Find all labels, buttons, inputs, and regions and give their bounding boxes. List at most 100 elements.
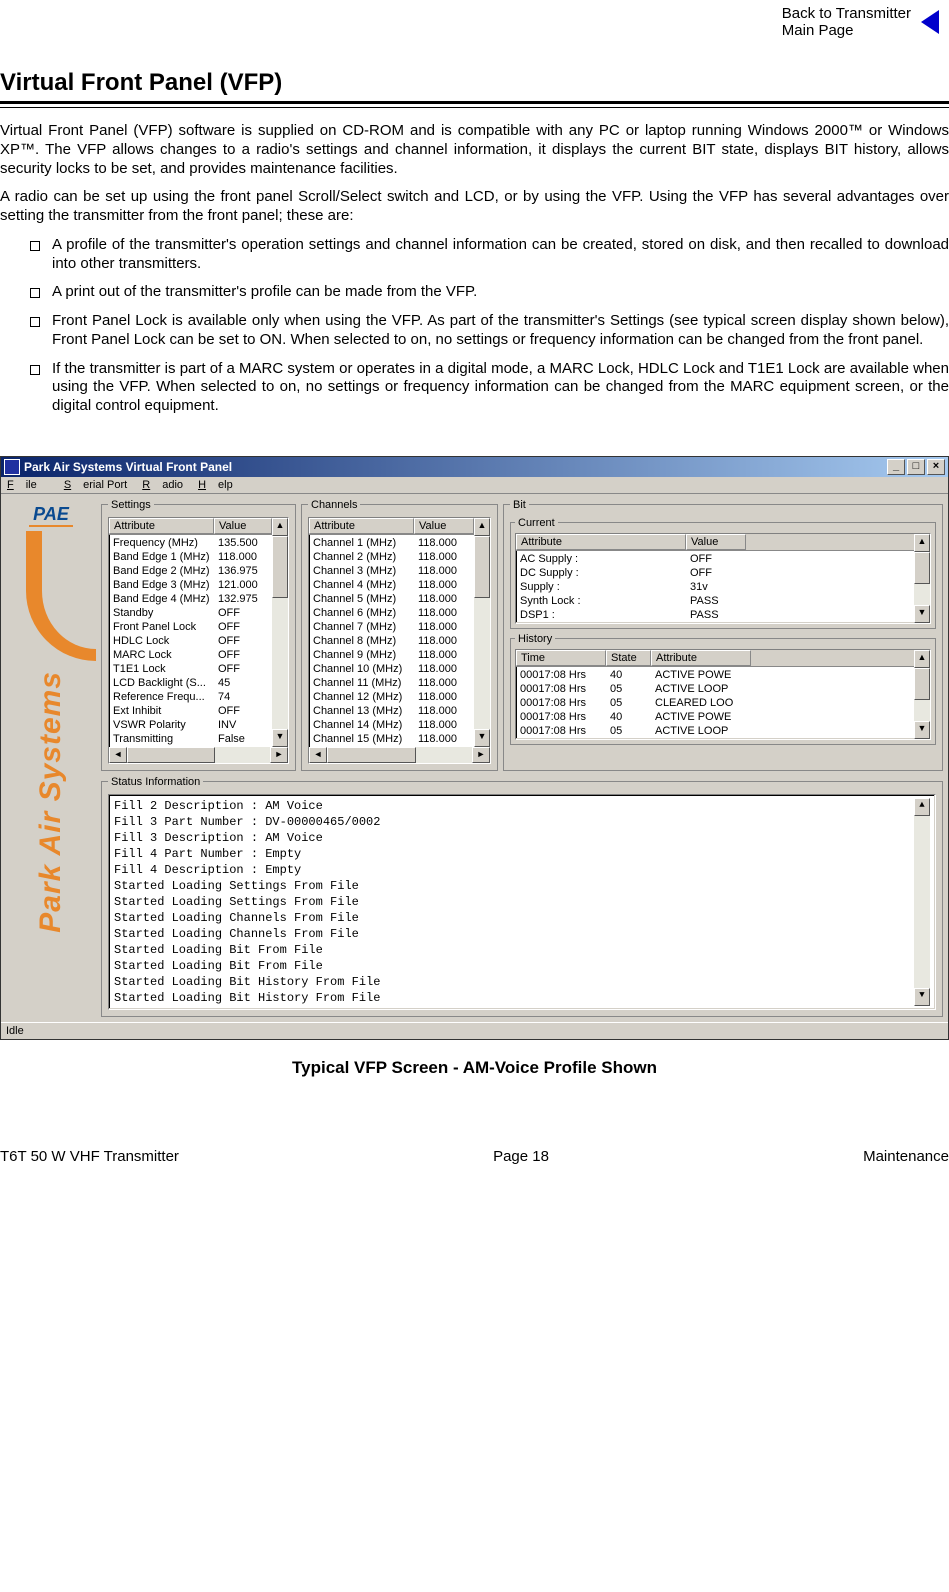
table-row[interactable]: 00017:08 Hrs05ACTIVE LOOP — [516, 682, 914, 696]
table-row[interactable]: Reference Frequ...74 — [109, 690, 272, 704]
table-row[interactable]: Supply :31v — [516, 580, 914, 594]
menu-radio[interactable]: Radio — [142, 479, 183, 491]
bit-current-list[interactable]: AC Supply :OFFDC Supply :OFFSupply :31vS… — [516, 551, 914, 623]
table-row[interactable]: Channel 5 (MHz)118.000 — [309, 592, 474, 606]
back-link[interactable]: Back to Transmitter Main Page — [782, 5, 911, 39]
scroll-up-icon[interactable]: ▲ — [474, 518, 490, 536]
maximize-button[interactable]: □ — [907, 459, 925, 475]
table-row[interactable]: Frequency (MHz)135.500 — [109, 536, 272, 550]
figure-caption: Typical VFP Screen - AM-Voice Profile Sh… — [0, 1058, 949, 1078]
table-row[interactable]: T1E1 LockOFF — [109, 662, 272, 676]
scroll-up-icon[interactable]: ▲ — [914, 650, 930, 668]
settings-hscrollbar[interactable]: ◄ ► — [109, 747, 288, 763]
table-row[interactable]: Channel 14 (MHz)118.000 — [309, 718, 474, 732]
bit-group: Bit Current Attribute Value — [503, 499, 943, 771]
table-row[interactable]: AC Supply :OFF — [516, 552, 914, 566]
table-row[interactable]: Channel 10 (MHz)118.000 — [309, 662, 474, 676]
menu-file[interactable]: File — [7, 479, 49, 491]
menu-help[interactable]: Help — [198, 479, 233, 491]
bit-history-list[interactable]: 00017:08 Hrs40ACTIVE POWE00017:08 Hrs05A… — [516, 667, 914, 739]
bithist-col-time[interactable]: Time — [516, 650, 606, 666]
bithist-col-attribute[interactable]: Attribute — [651, 650, 751, 666]
table-row[interactable]: 00017:08 Hrs40ACTIVE POWE — [516, 668, 914, 682]
table-row[interactable]: Channel 12 (MHz)118.000 — [309, 690, 474, 704]
scroll-down-icon[interactable]: ▼ — [474, 729, 490, 747]
scroll-down-icon[interactable]: ▼ — [914, 605, 930, 623]
table-row[interactable]: Band Edge 3 (MHz)121.000 — [109, 578, 272, 592]
scroll-thumb[interactable] — [127, 747, 215, 763]
channels-group: Channels Attribute Value Channel 1 (MHz)… — [301, 499, 498, 771]
table-row[interactable]: MARC LockOFF — [109, 648, 272, 662]
minimize-button[interactable]: _ — [887, 459, 905, 475]
table-row[interactable]: StandbyOFF — [109, 606, 272, 620]
table-row[interactable]: Channel 8 (MHz)118.000 — [309, 634, 474, 648]
menu-serial-port[interactable]: Serial Port — [64, 479, 127, 491]
scroll-thumb[interactable] — [327, 747, 416, 763]
table-row[interactable]: VSWR PolarityINV — [109, 718, 272, 732]
status-vscrollbar[interactable]: ▲ ▼ — [914, 798, 930, 1006]
scroll-thumb[interactable] — [474, 536, 490, 598]
settings-list[interactable]: Frequency (MHz)135.500Band Edge 1 (MHz)1… — [109, 535, 272, 747]
bit-current-group: Current Attribute Value AC Supply :OFFDC… — [510, 517, 936, 629]
scroll-thumb[interactable] — [272, 536, 288, 598]
settings-col-value[interactable]: Value — [214, 518, 272, 534]
table-row[interactable]: 00017:08 Hrs05ACTIVE LOOP — [516, 724, 914, 738]
settings-col-attribute[interactable]: Attribute — [109, 518, 214, 534]
table-row[interactable]: Channel 7 (MHz)118.000 — [309, 620, 474, 634]
scroll-right-icon[interactable]: ► — [472, 747, 490, 763]
status-info-textarea[interactable]: Fill 2 Description : AM Voice Fill 3 Par… — [108, 794, 936, 1010]
scroll-left-icon[interactable]: ◄ — [309, 747, 327, 763]
channels-list[interactable]: Channel 1 (MHz)118.000Channel 2 (MHz)118… — [309, 535, 474, 747]
table-row[interactable]: HDLC LockOFF — [109, 634, 272, 648]
table-row[interactable]: DC Supply :OFF — [516, 566, 914, 580]
scroll-thumb[interactable] — [914, 552, 930, 584]
table-row[interactable]: Band Edge 1 (MHz)118.000 — [109, 550, 272, 564]
table-row[interactable]: Channel 1 (MHz)118.000 — [309, 536, 474, 550]
scroll-down-icon[interactable]: ▼ — [272, 729, 288, 747]
table-row[interactable]: Channel 2 (MHz)118.000 — [309, 550, 474, 564]
table-row[interactable]: Band Edge 2 (MHz)136.975 — [109, 564, 272, 578]
scroll-down-icon[interactable]: ▼ — [914, 721, 930, 739]
table-row[interactable]: Band Edge 4 (MHz)132.975 — [109, 592, 272, 606]
scroll-up-icon[interactable]: ▲ — [272, 518, 288, 536]
channels-hscrollbar[interactable]: ◄ ► — [309, 747, 490, 763]
table-row[interactable]: TransmittingFalse — [109, 732, 272, 746]
scroll-down-icon[interactable]: ▼ — [914, 988, 930, 1006]
bithist-col-state[interactable]: State — [606, 650, 651, 666]
table-row[interactable]: Channel 9 (MHz)118.000 — [309, 648, 474, 662]
channels-col-value[interactable]: Value — [414, 518, 474, 534]
bitcur-col-value[interactable]: Value — [686, 534, 746, 550]
scroll-thumb[interactable] — [914, 668, 930, 700]
scroll-up-icon[interactable]: ▲ — [914, 798, 930, 816]
channels-vscrollbar[interactable]: ▲ ▼ — [474, 518, 490, 747]
table-row[interactable]: Synth Lock :PASS — [516, 594, 914, 608]
bitcur-col-attribute[interactable]: Attribute — [516, 534, 686, 550]
titlebar[interactable]: Park Air Systems Virtual Front Panel _ □… — [1, 457, 948, 477]
channels-col-attribute[interactable]: Attribute — [309, 518, 414, 534]
table-row[interactable]: DSP1 :PASS — [516, 608, 914, 622]
page-footer: T6T 50 W VHF Transmitter Page 18 Mainten… — [0, 1138, 949, 1165]
table-row[interactable]: 00017:08 Hrs05CLEARED LOO — [516, 696, 914, 710]
close-button[interactable]: × — [927, 459, 945, 475]
scroll-up-icon[interactable]: ▲ — [914, 534, 930, 552]
table-row[interactable]: LCD Backlight (S...45 — [109, 676, 272, 690]
back-arrow-icon[interactable] — [921, 10, 939, 34]
bit-history-group: History Time State Attribute — [510, 633, 936, 745]
list-item: A profile of the transmitter's operation… — [30, 236, 949, 274]
table-row[interactable]: Channel 15 (MHz)118.000 — [309, 732, 474, 746]
table-row[interactable]: Channel 11 (MHz)118.000 — [309, 676, 474, 690]
table-row[interactable]: Channel 13 (MHz)118.000 — [309, 704, 474, 718]
table-row[interactable]: 00017:08 Hrs40ACTIVE POWE — [516, 710, 914, 724]
scroll-left-icon[interactable]: ◄ — [109, 747, 127, 763]
window-title: Park Air Systems Virtual Front Panel — [24, 460, 232, 474]
bitcur-vscrollbar[interactable]: ▲ ▼ — [914, 534, 930, 623]
table-row[interactable]: Ext InhibitOFF — [109, 704, 272, 718]
table-row[interactable]: Channel 4 (MHz)118.000 — [309, 578, 474, 592]
bithist-vscrollbar[interactable]: ▲ ▼ — [914, 650, 930, 739]
table-row[interactable]: Channel 6 (MHz)118.000 — [309, 606, 474, 620]
table-row[interactable]: Front Panel LockOFF — [109, 620, 272, 634]
statusbar: Idle — [1, 1022, 948, 1039]
table-row[interactable]: Channel 3 (MHz)118.000 — [309, 564, 474, 578]
settings-vscrollbar[interactable]: ▲ ▼ — [272, 518, 288, 747]
scroll-right-icon[interactable]: ► — [270, 747, 288, 763]
